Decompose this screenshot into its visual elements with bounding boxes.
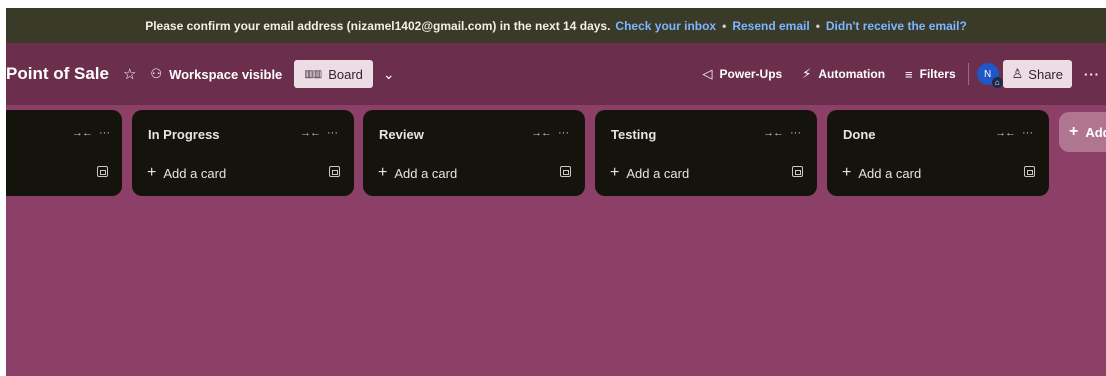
more-icon[interactable]: ··· [1084,67,1100,82]
add-card-button[interactable]: + Add a card [378,165,457,181]
admin-badge-icon: ⌂ [991,77,1003,88]
workspace-icon: ⚇ [150,66,163,81]
add-list-label: Add [1085,124,1106,140]
list-title[interactable]: Review [379,127,424,142]
plus-icon: + [610,164,620,181]
ellipsis-icon[interactable]: ··· [558,127,569,139]
powerups-button[interactable]: ◁ Power-Ups [703,66,783,82]
list-column: Review →← ··· + Add a card [363,110,585,196]
card-template-icon[interactable] [560,166,571,177]
list-column: In Progress →← ··· + Add a card [132,110,354,196]
plus-icon: + [1069,123,1079,140]
automation-label: Automation [818,67,886,81]
star-icon[interactable]: ☆ [123,65,136,83]
rocket-icon: ◁ [702,66,713,81]
card-template-icon[interactable] [97,166,108,177]
card-template-icon[interactable] [1024,166,1035,177]
add-card-label: Add a card [394,165,458,181]
collapse-icon[interactable]: →← [300,127,321,139]
list-column: Done →← ··· + Add a card [827,110,1049,196]
resend-email-link[interactable]: Resend email [732,19,809,33]
check-inbox-link[interactable]: Check your inbox [615,19,716,33]
collapse-icon[interactable]: →← [531,127,552,139]
collapse-icon[interactable]: →← [995,127,1016,139]
board-header: Point of Sale ☆ ⚇ Workspace visible ▥▥ B… [6,43,1106,105]
list-column: Testing →← ··· + Add a card [595,110,817,196]
powerups-label: Power-Ups [719,67,783,81]
add-list-button[interactable]: + Add [1059,112,1106,152]
banner-separator: • [722,18,727,33]
workspace-visibility-button[interactable]: ⚇ Workspace visible [150,66,282,82]
banner-message: Please confirm your email address (nizam… [145,18,611,33]
share-label: Share [1028,66,1063,82]
not-received-link[interactable]: Didn't receive the email? [826,19,967,33]
add-card-button[interactable]: + Add a card [147,165,226,181]
banner-separator: • [815,18,820,33]
plus-icon: + [147,164,157,181]
lightning-icon: ⚡ [802,66,812,81]
view-label: Board [328,66,363,82]
chevron-down-icon[interactable]: ⌄ [383,66,395,83]
add-card-label: Add a card [858,165,922,181]
board-icon: ▥▥ [304,68,322,80]
filters-label: Filters [919,67,956,81]
card-template-icon[interactable] [792,166,803,177]
ellipsis-icon[interactable]: ··· [99,127,110,139]
board-title[interactable]: Point of Sale [6,64,109,84]
list-title[interactable]: Testing [611,127,656,142]
visibility-label: Workspace visible [169,66,283,82]
plus-icon: + [842,164,852,181]
plus-icon: + [378,164,388,181]
ellipsis-icon[interactable]: ··· [327,127,338,139]
toolbar-divider [967,63,969,85]
card-template-icon[interactable] [329,166,340,177]
ellipsis-icon[interactable]: ··· [1022,127,1033,139]
avatar[interactable]: N ⌂ [976,63,1003,88]
list-title[interactable]: In Progress [148,127,220,142]
board-view-button[interactable]: ▥▥ Board [294,60,373,88]
add-card-label: Add a card [626,165,690,181]
list-title[interactable]: Done [843,127,876,142]
person-add-icon: ♙ [1011,66,1024,81]
board-frame: Please confirm your email address (nizam… [6,8,1106,376]
add-card-label: Add a card [163,165,227,181]
add-card-button[interactable]: + Add a card [610,165,689,181]
collapse-icon[interactable]: →← [72,127,93,139]
ellipsis-icon[interactable]: ··· [790,127,801,139]
list-column: →← ··· [6,110,122,196]
filters-button[interactable]: ≡ Filters [905,67,956,82]
collapse-icon[interactable]: →← [763,127,784,139]
share-button[interactable]: ♙ Share [1002,60,1072,88]
filter-icon: ≡ [905,66,913,82]
automation-button[interactable]: ⚡ Automation [802,66,885,82]
avatar-initial: N [984,68,992,80]
add-card-button[interactable]: + Add a card [842,165,921,181]
email-confirm-banner: Please confirm your email address (nizam… [6,8,1106,43]
